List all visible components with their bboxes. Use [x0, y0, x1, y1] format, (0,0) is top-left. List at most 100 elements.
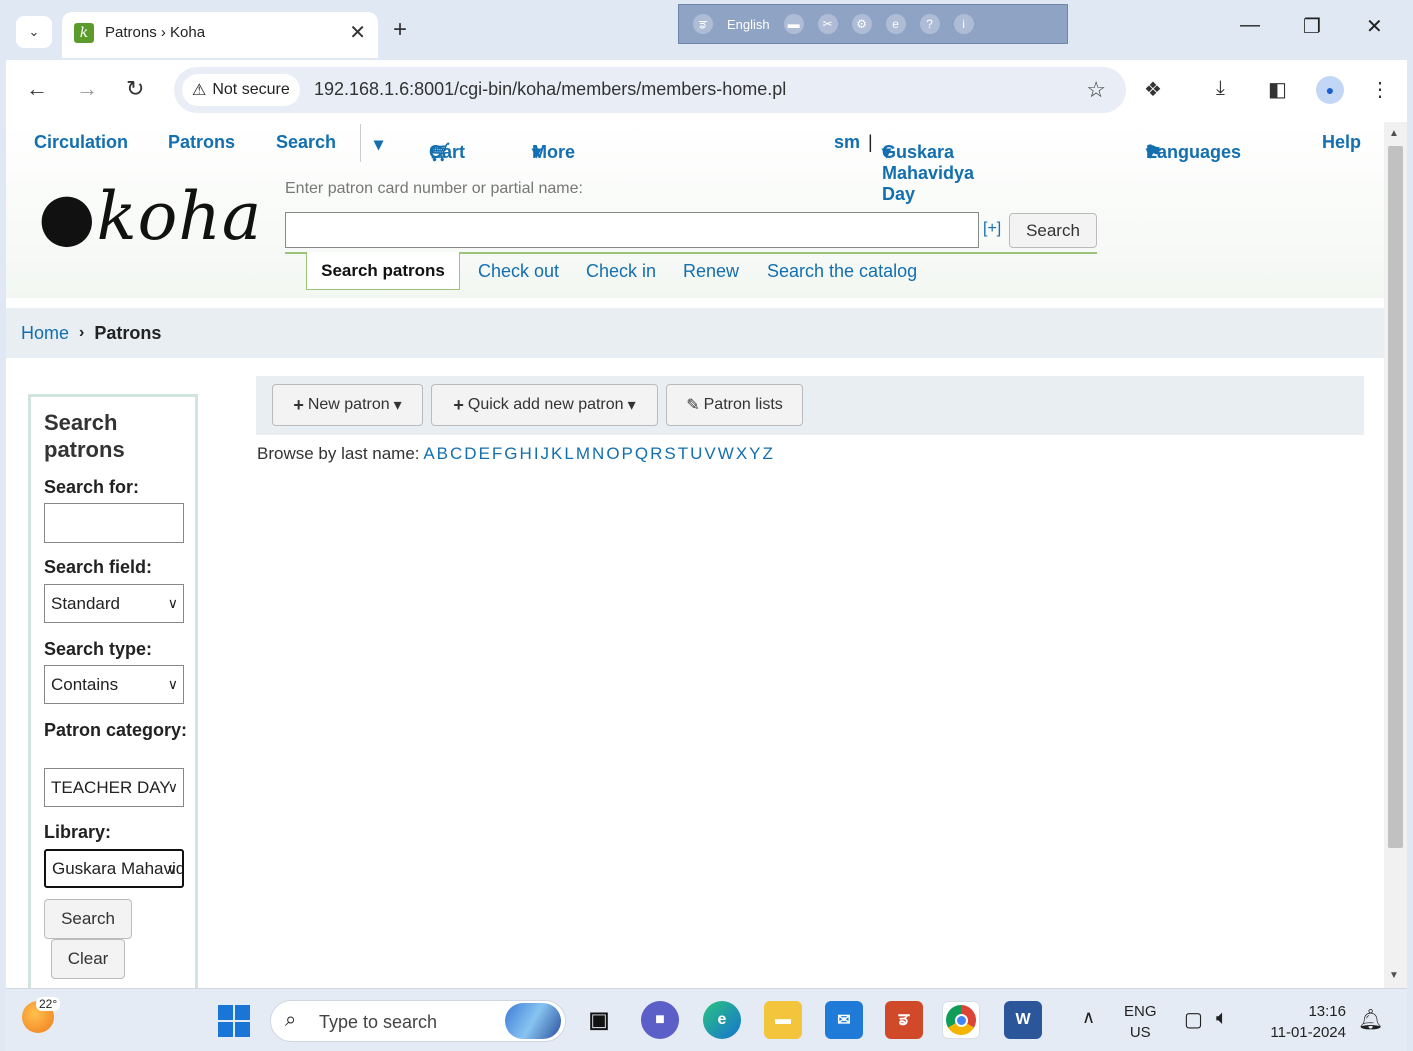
tab-search-menu-button[interactable]: ⌄ [16, 16, 52, 48]
browse-letter-l[interactable]: L [564, 444, 573, 463]
file-explorer-icon[interactable]: ▬ [764, 1001, 802, 1039]
browse-letter-p[interactable]: P [622, 444, 633, 463]
browser-menu-icon[interactable]: ⋮ [1370, 77, 1390, 102]
browse-letter-g[interactable]: G [504, 444, 517, 463]
nav-search-dropdown-caret-icon[interactable]: ▾ [374, 134, 383, 155]
sidebar-clear-button[interactable]: Clear [51, 939, 125, 979]
tab-check-in[interactable]: Check in [586, 261, 656, 282]
nav-circulation[interactable]: Circulation [34, 132, 128, 153]
tools-icon[interactable]: ✂ [817, 14, 838, 34]
minimize-icon[interactable]: — [1240, 14, 1260, 37]
bookmark-star-icon[interactable]: ☆ [1086, 77, 1106, 103]
search-field-select[interactable]: Standard ∨ [44, 584, 184, 623]
extensions-icon[interactable]: ❖ [1144, 77, 1162, 102]
sidebar-search-button[interactable]: Search [44, 899, 132, 939]
settings-icon[interactable]: ⚙ [851, 14, 872, 34]
scroll-down-icon[interactable]: ▼ [1389, 970, 1399, 981]
browse-letter-k[interactable]: K [551, 444, 562, 463]
browse-letter-u[interactable]: U [690, 444, 702, 463]
browse-letter-m[interactable]: M [576, 444, 590, 463]
new-tab-icon[interactable]: + [393, 16, 407, 44]
mail-icon[interactable]: ✉ [825, 1001, 863, 1039]
not-secure-chip[interactable]: ⚠ Not secure [182, 74, 300, 106]
browse-letter-y[interactable]: Y [749, 444, 760, 463]
browse-letter-o[interactable]: O [606, 444, 619, 463]
help-icon[interactable]: ? [919, 14, 940, 34]
search-for-input[interactable] [44, 503, 184, 543]
browse-letter-e[interactable]: E [479, 444, 490, 463]
nav-patrons[interactable]: Patrons [168, 132, 235, 153]
browse-letter-i[interactable]: I [534, 444, 539, 463]
browse-letter-x[interactable]: X [736, 444, 747, 463]
address-bar[interactable]: ⚠ Not secure 192.168.1.6:8001/cgi-bin/ko… [174, 67, 1126, 113]
network-icon[interactable]: ▢ [1184, 1007, 1203, 1032]
scroll-up-icon[interactable]: ▲ [1389, 128, 1399, 139]
breadcrumb-home[interactable]: Home [21, 323, 69, 344]
keyboard-icon[interactable]: ▬ [783, 14, 804, 34]
browse-letter-j[interactable]: J [541, 444, 550, 463]
browse-letter-f[interactable]: F [492, 444, 502, 463]
input-language-indicator[interactable]: ENG US [1124, 1001, 1157, 1043]
browse-letter-z[interactable]: Z [763, 444, 773, 463]
browser-tab-patrons[interactable]: k Patrons › Koha ✕ [62, 12, 378, 58]
advanced-search-toggle[interactable]: [+] [983, 220, 1001, 238]
profile-avatar-icon[interactable]: ● [1316, 76, 1344, 104]
new-patron-button[interactable]: + New patron ▾ [272, 384, 423, 426]
tab-search-catalog[interactable]: Search the catalog [767, 261, 917, 282]
browser-icon[interactable]: e [885, 14, 906, 34]
close-window-icon[interactable]: ✕ [1366, 14, 1383, 39]
download-icon[interactable]: ⤓ [1216, 77, 1225, 100]
browse-letter-c[interactable]: C [450, 444, 462, 463]
browse-letter-w[interactable]: W [718, 444, 734, 463]
koha-logo[interactable]: ●koha [38, 178, 262, 255]
reload-icon[interactable]: ↻ [126, 76, 144, 102]
chrome-icon[interactable] [942, 1001, 980, 1039]
browse-letter-a[interactable]: A [423, 444, 434, 463]
edge-icon[interactable]: e [703, 1001, 741, 1039]
browse-letter-h[interactable]: H [520, 444, 532, 463]
tab-renew[interactable]: Renew [683, 261, 739, 282]
header-search-button[interactable]: Search [1009, 213, 1097, 248]
info-icon[interactable]: i [953, 14, 974, 34]
close-tab-icon[interactable]: ✕ [349, 20, 366, 45]
taskbar-search-box[interactable]: ⌕ Type to search [270, 1000, 566, 1042]
browse-letter-n[interactable]: N [592, 444, 604, 463]
browse-letter-s[interactable]: S [664, 444, 675, 463]
weather-temperature[interactable]: 22° [36, 997, 61, 1011]
teams-chat-icon[interactable]: ■ [641, 1001, 679, 1039]
quick-add-patron-button[interactable]: + Quick add new patron ▾ [431, 384, 658, 426]
patron-search-input[interactable] [285, 212, 979, 248]
restore-icon[interactable]: ❐ [1303, 14, 1321, 39]
windows-start-icon[interactable] [218, 1005, 250, 1037]
tab-search-patrons[interactable]: Search patrons [306, 252, 460, 290]
back-icon[interactable]: ← [26, 76, 48, 102]
show-hidden-icons-icon[interactable]: ∧ [1082, 1007, 1095, 1028]
lang-logo-icon[interactable]: ਡ [693, 14, 713, 34]
language-app-icon[interactable]: ਡ [885, 1001, 923, 1039]
browse-letter-d[interactable]: D [464, 444, 476, 463]
browse-letter-q[interactable]: Q [635, 444, 648, 463]
language-toolbar[interactable]: ਡ English ▬ ✂ ⚙ e ? i [678, 4, 1068, 44]
nav-help[interactable]: Help [1322, 132, 1361, 153]
patron-category-select[interactable]: TEACHER DAY ∨ [44, 768, 184, 807]
nav-user[interactable]: sm [834, 132, 860, 153]
volume-icon[interactable]: 🔈︎ [1216, 1007, 1228, 1030]
language-label[interactable]: English [727, 17, 770, 32]
tab-check-out[interactable]: Check out [478, 261, 559, 282]
scroll-thumb[interactable] [1388, 146, 1403, 848]
url-text[interactable]: 192.168.1.6:8001/cgi-bin/koha/members/me… [314, 79, 786, 100]
patron-lists-button[interactable]: ✎ Patron lists [666, 384, 803, 426]
notification-bell-icon[interactable]: 🔔︎ [1358, 1007, 1383, 1032]
browse-letter-v[interactable]: V [704, 444, 715, 463]
side-panel-icon[interactable]: ◧ [1268, 77, 1287, 102]
word-icon[interactable]: W [1004, 1001, 1042, 1039]
browse-letter-r[interactable]: R [650, 444, 662, 463]
taskbar-clock[interactable]: 13:16 11-01-2024 [1262, 1001, 1346, 1043]
search-type-select[interactable]: Contains ∨ [44, 665, 184, 704]
forward-icon[interactable]: → [76, 76, 98, 102]
browse-letter-b[interactable]: B [437, 444, 448, 463]
nav-search[interactable]: Search [276, 132, 336, 153]
library-select[interactable]: Guskara Mahavidya Day ∨ [44, 849, 184, 888]
page-scrollbar[interactable]: ▲ ▼ [1384, 122, 1407, 988]
browse-letter-t[interactable]: T [678, 444, 688, 463]
